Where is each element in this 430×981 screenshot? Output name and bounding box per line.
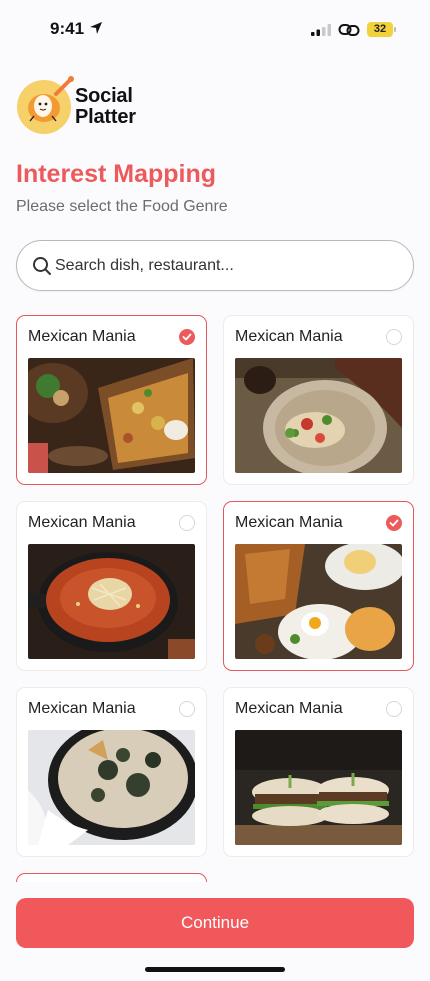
genre-card-title: Mexican Mania [235,700,343,717]
genre-card-title: Mexican Mania [28,328,136,345]
genre-radio[interactable] [386,701,402,717]
link-icon [338,24,360,36]
genre-card[interactable]: Mexican Mania [16,501,207,671]
search-input[interactable] [55,241,395,290]
food-image-soup [28,544,195,659]
platter-mascot-icon [17,76,74,134]
home-indicator [145,967,285,972]
battery-indicator: 32 [367,22,393,37]
genre-card[interactable]: Mexican Mania [223,501,414,671]
check-icon [389,519,399,527]
search-bar[interactable] [16,240,414,291]
food-image-breakfast [235,544,402,659]
genre-card[interactable]: Mexican Mania [16,315,207,485]
genre-radio[interactable] [179,329,195,345]
genre-card-title: Mexican Mania [28,514,136,531]
continue-button[interactable]: Continue [16,898,414,948]
genre-radio[interactable] [386,515,402,531]
food-image-burgers [235,730,402,845]
search-icon [33,257,51,275]
page-title: Interest Mapping [16,160,217,188]
genre-card[interactable]: Mexican Mania [16,687,207,857]
location-arrow-icon [90,22,102,34]
genre-card-title: Mexican Mania [28,700,136,717]
check-icon [182,333,192,341]
genre-card-title: Mexican Mania [235,514,343,531]
genre-card[interactable]: Mexican Mania [223,315,414,485]
genre-radio[interactable] [179,515,195,531]
status-bar: 9:41 32 [0,0,430,60]
genre-radio[interactable] [386,329,402,345]
page-subtitle: Please select the Food Genre [16,198,228,215]
brand-name: Social Platter [75,86,136,128]
food-image-tacos [235,358,402,473]
genre-card[interactable]: Mexican Mania [223,687,414,857]
brand-name-line2: Platter [75,106,136,128]
genre-radio[interactable] [179,701,195,717]
food-image-nachos [28,358,195,473]
genre-card-title: Mexican Mania [235,328,343,345]
status-time: 9:41 [50,19,85,38]
food-image-skillet [28,730,195,845]
brand-logo: Social Platter [16,76,166,138]
brand-name-line1: Social [75,85,133,107]
battery-cap [394,27,396,32]
cellular-signal-icon [311,24,331,36]
